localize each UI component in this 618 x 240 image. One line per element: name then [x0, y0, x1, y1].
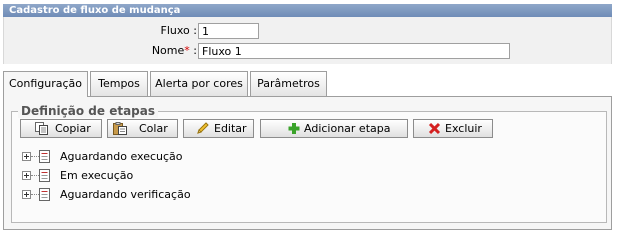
excluir-label: Excluir	[445, 122, 482, 135]
nome-input[interactable]	[198, 43, 510, 59]
tab-label: Configuração	[8, 77, 83, 90]
tab-label: Alerta por cores	[155, 77, 243, 90]
tab-configuracao[interactable]: Configuração	[3, 71, 88, 97]
plus-icon	[288, 123, 300, 134]
expand-icon[interactable]	[22, 190, 31, 199]
tree-item[interactable]: Aguardando verificação	[22, 187, 322, 203]
nome-colon: :	[193, 44, 197, 57]
tree-item[interactable]: Em execução	[22, 168, 322, 184]
document-icon	[39, 169, 50, 182]
editar-label: Editar	[214, 122, 247, 135]
expand-icon[interactable]	[22, 152, 31, 161]
tab-tempos[interactable]: Tempos	[90, 71, 148, 96]
copiar-label: Copiar	[55, 122, 91, 135]
tab-panel-configuracao: Definição de etapas Copiar Colar Editar	[3, 96, 612, 230]
required-marker: *	[184, 44, 190, 57]
document-icon	[39, 188, 50, 201]
tree-connector	[31, 194, 39, 195]
expand-icon[interactable]	[22, 171, 31, 180]
editar-button[interactable]: Editar	[183, 119, 254, 138]
tab-alerta-por-cores[interactable]: Alerta por cores	[150, 71, 248, 96]
fluxo-form: Fluxo : Nome* :	[3, 17, 612, 64]
panel-title: Cadastro de fluxo de mudança	[9, 5, 181, 16]
nome-label-group: Nome* :	[77, 44, 197, 57]
copiar-button[interactable]: Copiar	[20, 119, 102, 138]
etapas-legend: Definição de etapas	[18, 104, 158, 118]
tab-parametros[interactable]: Parâmetros	[250, 71, 327, 96]
tree-item-label: Em execução	[60, 169, 134, 182]
tree-item[interactable]: Aguardando execução	[22, 149, 322, 165]
adicionar-etapa-button[interactable]: Adicionar etapa	[260, 119, 408, 138]
paste-icon	[113, 122, 127, 135]
excluir-button[interactable]: Excluir	[413, 119, 493, 138]
tab-label: Parâmetros	[257, 77, 320, 90]
tree-item-label: Aguardando verificação	[60, 188, 191, 201]
nome-label: Nome	[151, 44, 185, 57]
tree-connector	[31, 175, 39, 176]
fluxo-input[interactable]	[198, 23, 259, 39]
pencil-icon	[197, 122, 209, 134]
delete-icon	[428, 122, 441, 135]
colar-label: Colar	[139, 122, 168, 135]
panel-header: Cadastro de fluxo de mudança	[3, 4, 612, 17]
tree-item-label: Aguardando execução	[60, 150, 183, 163]
tree-connector	[31, 156, 39, 157]
tab-label: Tempos	[98, 77, 140, 90]
colar-button[interactable]: Colar	[107, 119, 178, 138]
adicionar-etapa-label: Adicionar etapa	[304, 122, 391, 135]
document-icon	[39, 150, 50, 163]
copy-icon	[35, 122, 48, 135]
fluxo-label: Fluxo :	[160, 24, 197, 37]
